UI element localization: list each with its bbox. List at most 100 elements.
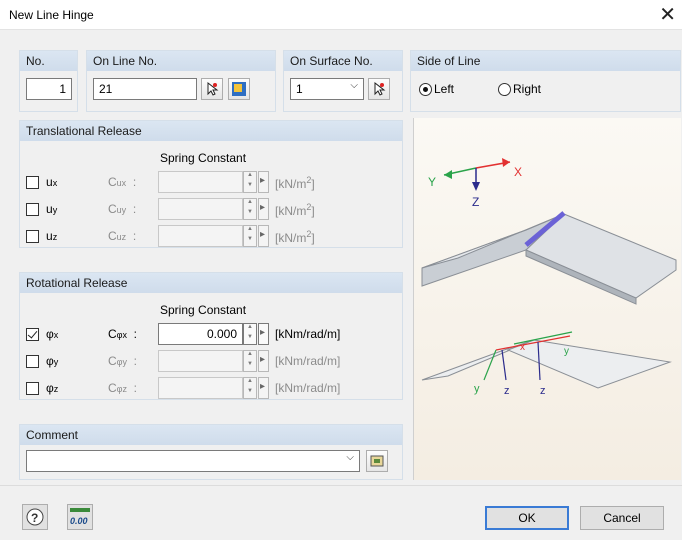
axis-X-label: X — [514, 165, 522, 179]
chevron-down-icon: ⌵ — [346, 452, 354, 463]
release-phix-checkbox[interactable] — [26, 328, 39, 341]
spring-ux-spinner[interactable] — [243, 171, 257, 193]
const-cphix-label: Cφx : — [108, 327, 138, 341]
global-axes-icon — [443, 158, 511, 191]
rot-spring-header: Spring Constant — [160, 303, 247, 317]
onsurface-select[interactable]: 1 ⌵ — [290, 78, 364, 100]
onsurface-value: 1 — [296, 82, 303, 96]
pick-cursor-icon — [374, 81, 386, 96]
comment-input[interactable]: ⌵ — [26, 450, 360, 472]
side-left-radio[interactable] — [419, 83, 432, 96]
release-ux-label: ux — [46, 175, 58, 189]
side-right-radio[interactable] — [498, 83, 511, 96]
no-field[interactable]: 1 — [26, 78, 72, 100]
unit-uy: [kN/m2] — [275, 202, 315, 218]
hinge-diagram: X Y Z y z z x y — [421, 158, 677, 397]
pick-cursor-icon — [207, 81, 219, 96]
rotational-title: Rotational Release — [20, 273, 402, 293]
spring-phiy-more[interactable] — [258, 350, 269, 372]
release-ux-checkbox[interactable] — [26, 176, 39, 189]
comment-group: Comment ⌵ — [19, 424, 403, 480]
library-icon — [370, 455, 384, 467]
title-bar: New Line Hinge ✕ — [0, 0, 682, 30]
release-uy-checkbox[interactable] — [26, 203, 39, 216]
comment-label: Comment — [20, 425, 402, 445]
online-field[interactable]: 21 — [93, 78, 197, 100]
ok-button[interactable]: OK — [485, 506, 569, 530]
unit-phix: [kNm/rad/m] — [275, 327, 341, 341]
const-cphiy-label: Cφy : — [108, 354, 138, 368]
spring-uz-field[interactable] — [158, 225, 243, 247]
release-uz-checkbox[interactable] — [26, 230, 39, 243]
chevron-down-icon: ⌵ — [350, 80, 358, 91]
header-online-group: On Line No. 21 — [86, 50, 276, 112]
window-title: New Line Hinge — [9, 8, 94, 22]
const-cuz-label: Cuz : — [108, 229, 137, 243]
help-icon: ? — [26, 508, 44, 526]
svg-text:?: ? — [31, 511, 38, 525]
spring-ux-more[interactable] — [258, 171, 269, 193]
axis-Z-label: Z — [472, 195, 479, 209]
release-phix-label: φx — [46, 327, 59, 341]
comment-library-button[interactable] — [366, 450, 388, 472]
spring-uz-more[interactable] — [258, 225, 269, 247]
units-decimal-icon: 0.00 — [70, 508, 90, 526]
spring-uy-more[interactable] — [258, 198, 269, 220]
close-icon[interactable]: ✕ — [659, 2, 676, 27]
dialog-footer: ? 0.00 OK Cancel — [0, 485, 682, 540]
no-label: No. — [20, 51, 77, 71]
spring-phix-field[interactable]: 0.000 — [158, 323, 243, 345]
trans-spring-header: Spring Constant — [160, 151, 247, 165]
side-of-line-label: Side of Line — [411, 51, 680, 71]
pick-line-button[interactable] — [201, 78, 223, 100]
spring-phiy-field[interactable] — [158, 350, 243, 372]
pick-surface-button[interactable] — [368, 78, 390, 100]
translational-title: Translational Release — [20, 121, 402, 141]
window-select-icon — [232, 82, 246, 96]
translational-release-group: Translational Release Spring Constant ux… — [19, 120, 403, 248]
unit-ux: [kN/m2] — [275, 175, 315, 191]
spring-uy-field[interactable] — [158, 198, 243, 220]
svg-text:0.00: 0.00 — [70, 516, 88, 526]
const-cphiz-label: Cφz : — [108, 381, 138, 395]
release-phiy-label: φy — [46, 354, 59, 368]
release-uz-label: uz — [46, 229, 58, 243]
axis-Y-label: Y — [428, 175, 436, 189]
header-onsurface-group: On Surface No. 1 ⌵ — [283, 50, 403, 112]
header-no-group: No. 1 — [19, 50, 78, 112]
local-z-label-1: z — [504, 385, 510, 397]
spring-phiz-more[interactable] — [258, 377, 269, 399]
side-left-label: Left — [434, 82, 455, 96]
release-uy-label: uy — [46, 202, 58, 216]
const-cux-label: Cux : — [108, 175, 137, 189]
release-phiz-checkbox[interactable] — [26, 382, 39, 395]
spring-uz-spinner[interactable] — [243, 225, 257, 247]
spring-uy-spinner[interactable] — [243, 198, 257, 220]
release-phiy-checkbox[interactable] — [26, 355, 39, 368]
onsurface-label: On Surface No. — [284, 51, 402, 71]
help-button[interactable]: ? — [22, 504, 48, 530]
units-button[interactable]: 0.00 — [67, 504, 93, 530]
spring-phiz-spinner[interactable] — [243, 377, 257, 399]
local-y-label-2: y — [564, 346, 569, 357]
cancel-button[interactable]: Cancel — [580, 506, 664, 530]
const-cuy-label: Cuy : — [108, 202, 137, 216]
online-label: On Line No. — [87, 51, 275, 71]
spring-phix-more[interactable] — [258, 323, 269, 345]
spring-phiz-field[interactable] — [158, 377, 243, 399]
unit-phiz: [kNm/rad/m] — [275, 381, 341, 395]
local-z-label-2: z — [540, 385, 546, 397]
local-x-label: x — [520, 342, 525, 353]
spring-phiy-spinner[interactable] — [243, 350, 257, 372]
select-graphic-button[interactable] — [228, 78, 250, 100]
unit-phiy: [kNm/rad/m] — [275, 354, 341, 368]
unit-uz: [kN/m2] — [275, 229, 315, 245]
side-of-line-group: Side of Line Left Right — [410, 50, 681, 112]
spring-ux-field[interactable] — [158, 171, 243, 193]
side-right-label: Right — [513, 82, 542, 96]
rotational-release-group: Rotational Release Spring Constant φx Cφ… — [19, 272, 403, 400]
release-phiz-label: φz — [46, 381, 59, 395]
spring-phix-spinner[interactable] — [243, 323, 257, 345]
local-y-label: y — [474, 383, 480, 395]
hinge-preview: X Y Z y z z x y — [413, 118, 681, 480]
